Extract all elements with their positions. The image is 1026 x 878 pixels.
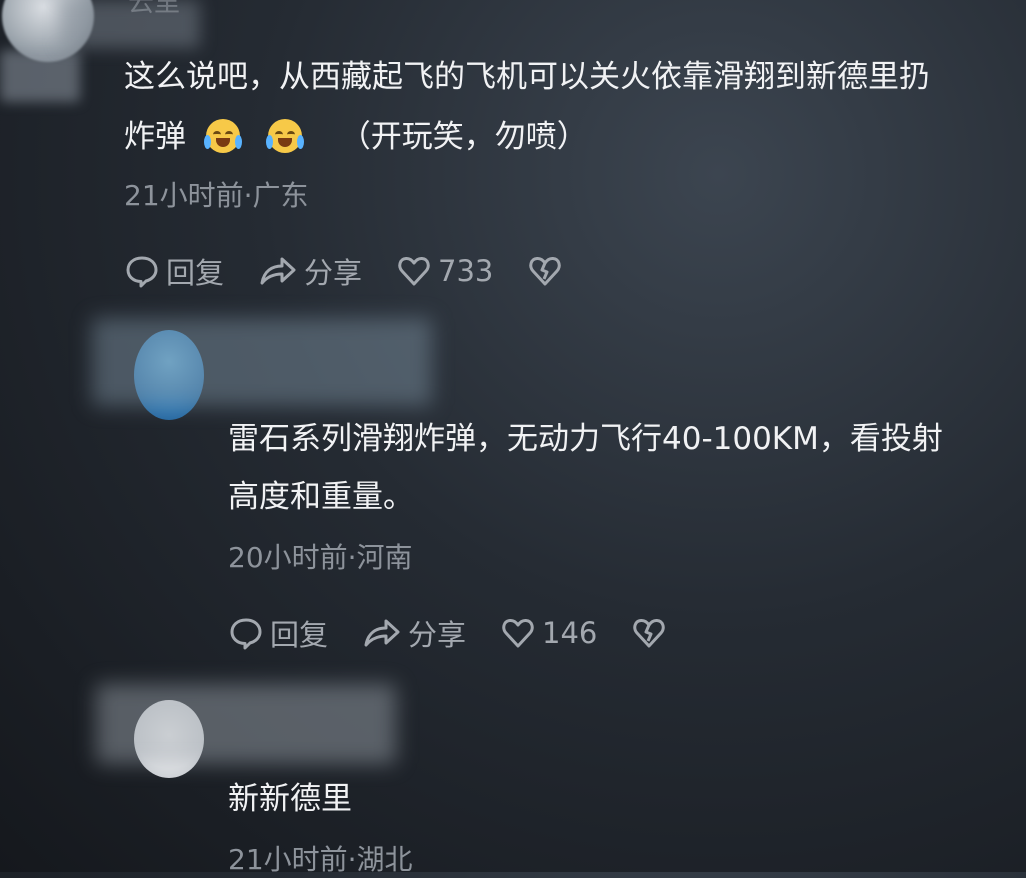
share-label: 分享 [304,256,363,290]
comment-text: 雷石系列滑翔炸弹，无动力飞行40-100KM，看投射 [228,408,1026,470]
comment-bubble-icon [230,618,262,650]
share-button[interactable]: 分享 [258,250,362,292]
laugh-crying-emoji-icon [265,119,304,153]
comment-bubble-icon [126,256,158,288]
comment-text: 炸弹 （开玩笑，勿喷） [124,106,824,168]
like-button[interactable]: 733 [396,253,493,289]
comment-text-line: （开玩笑，勿喷） [339,119,588,155]
username[interactable]: 云里 [128,0,180,19]
share-label: 分享 [408,618,467,652]
broken-heart-icon [529,256,562,286]
comment-text-line: 高度和重量。 [228,479,414,515]
dislike-button[interactable] [631,615,673,651]
reply-label: 回复 [166,256,225,290]
laugh-crying-emoji-icon [203,119,242,153]
comment-text-line: 雷石系列滑翔炸弹，无动力飞行40-100KM，看投射 [228,421,943,457]
reply-button[interactable]: 回复 [228,612,328,654]
comment-text-line: 新新德里 [228,781,352,817]
comment-text-line: 炸弹 [124,119,186,155]
like-button[interactable]: 146 [500,615,597,651]
username-redacted [96,684,396,764]
reply-button[interactable]: 回复 [124,250,224,292]
dislike-button[interactable] [527,253,569,289]
username-redacted [92,318,432,406]
heart-icon [502,618,534,648]
comment-actions: 回复 分享 733 [124,250,603,292]
comment-text: 高度和重量。 [228,466,828,528]
share-button[interactable]: 分享 [362,612,466,654]
comment-meta: 21小时前·广东 [124,179,309,212]
comment-meta: 20小时前·河南 [228,541,413,574]
share-arrow-icon [364,619,400,647]
comment-meta: 21小时前·湖北 [228,843,413,876]
like-count: 146 [542,616,598,650]
reply-label: 回复 [270,618,329,652]
heart-icon [398,256,430,286]
comment-text: 这么说吧，从西藏起飞的飞机可以关火依靠滑翔到新德里扔 [124,46,1026,108]
broken-heart-icon [633,618,666,648]
comment-text: 新新德里 [228,768,828,830]
comment-text-line: 这么说吧，从西藏起飞的飞机可以关火依靠滑翔到新德里扔 [124,59,930,95]
username-redacted [0,50,80,102]
like-count: 733 [438,254,494,288]
share-arrow-icon [260,257,296,285]
comment-actions: 回复 分享 146 [228,612,707,654]
